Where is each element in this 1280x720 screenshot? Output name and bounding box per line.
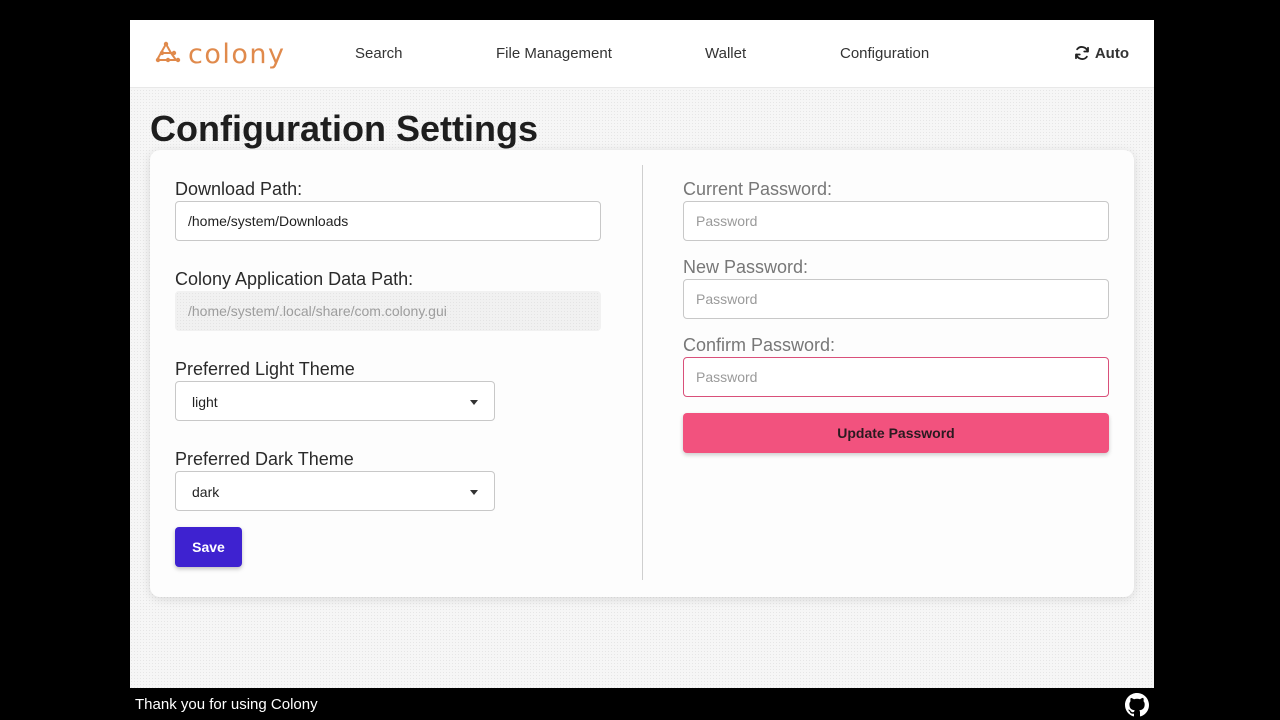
caret-down-icon [470,400,478,405]
page-title: Configuration Settings [150,108,538,149]
download-path-label: Download Path: [175,179,303,199]
navbar: colony Search File Management Wallet Con… [130,20,1154,88]
dark-theme-select[interactable]: dark [175,471,495,511]
light-theme-select[interactable]: light [175,381,495,421]
data-path-label: Colony Application Data Path: [175,269,414,289]
theme-toggle-label: Auto [1094,44,1129,62]
refresh-icon [1074,46,1089,60]
light-theme-value: light [192,394,218,410]
confirm-password-input[interactable] [683,357,1109,397]
current-password-label: Current Password: [683,179,833,199]
app-window: colony Search File Management Wallet Con… [130,20,1154,688]
footer: Thank you for using Colony [130,688,1154,720]
column-divider [642,165,643,580]
download-path-input[interactable] [175,201,601,241]
github-icon[interactable] [1125,693,1149,717]
dark-theme-label: Preferred Dark Theme [175,449,354,469]
confirm-password-label: Confirm Password: [683,335,836,355]
footer-text: Thank you for using Colony [135,696,318,713]
new-password-input[interactable] [683,279,1109,319]
update-password-button[interactable]: Update Password [683,413,1109,453]
nav-link-wallet[interactable]: Wallet [705,45,746,62]
colony-logo-icon [155,41,181,63]
save-button[interactable]: Save [175,527,242,567]
brand-name: colony [188,38,286,70]
brand-logo[interactable]: colony [154,38,286,70]
settings-card: Download Path: Colony Application Data P… [150,150,1134,597]
theme-toggle-button[interactable]: Auto [1073,44,1129,62]
nav-link-file-management[interactable]: File Management [496,45,612,62]
data-path-input [175,291,601,331]
light-theme-label: Preferred Light Theme [175,359,355,379]
dark-theme-value: dark [192,484,220,500]
current-password-input[interactable] [683,201,1109,241]
nav-link-configuration[interactable]: Configuration [840,45,929,62]
caret-down-icon [470,490,478,495]
nav-link-search[interactable]: Search [355,45,403,62]
new-password-label: New Password: [683,257,809,277]
